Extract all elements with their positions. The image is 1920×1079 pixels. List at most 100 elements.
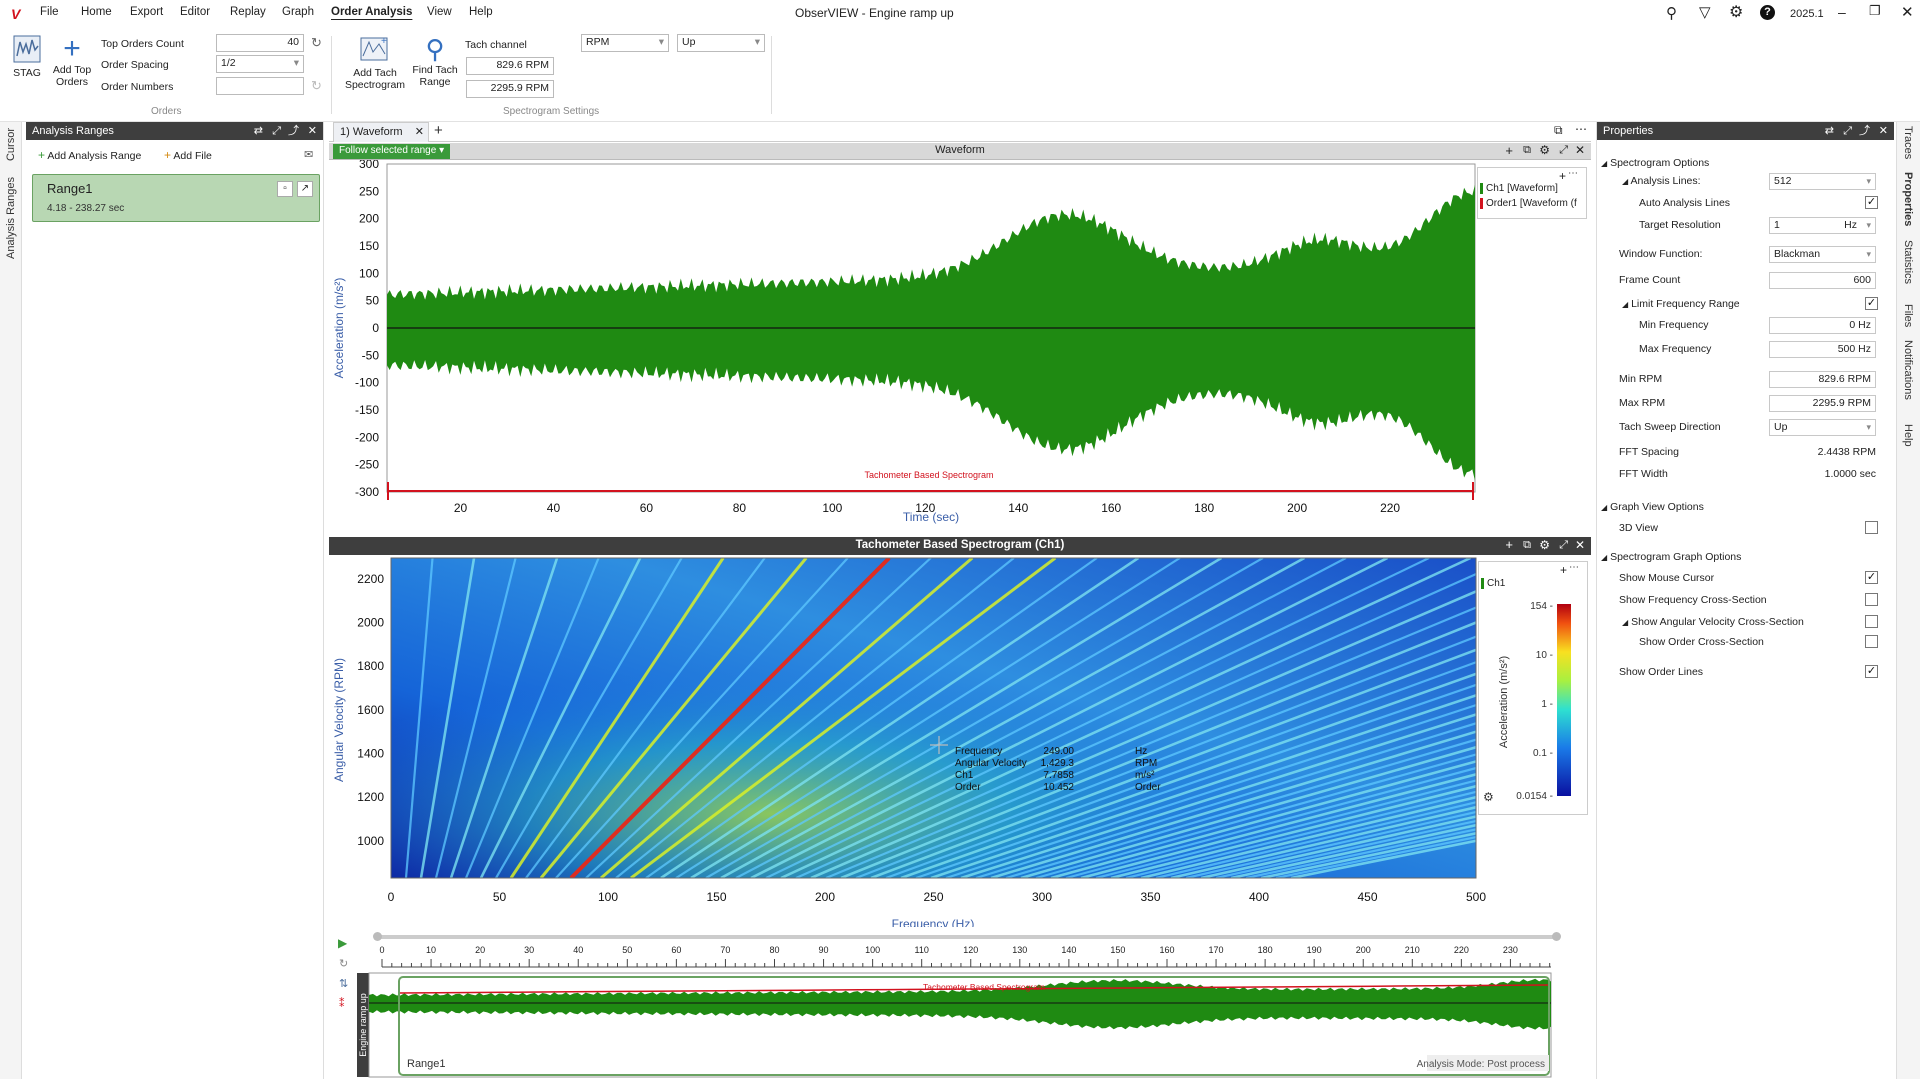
close-icon[interactable]: ✕ bbox=[1575, 143, 1585, 157]
menu-home[interactable]: Home bbox=[81, 6, 112, 18]
panel-close-icon[interactable]: ✕ bbox=[1879, 122, 1888, 140]
menu-order-analysis[interactable]: Order Analysis bbox=[331, 6, 412, 18]
max-rpm-prop-input[interactable]: 2295.9 RPM bbox=[1769, 395, 1876, 412]
gear-icon[interactable]: ⚙ bbox=[1729, 2, 1743, 22]
help-icon[interactable]: ? bbox=[1760, 5, 1775, 20]
copy-icon[interactable]: ⧉ bbox=[1523, 144, 1531, 157]
add-tach-spectrogram-button[interactable]: + Add Tach Spectrogram bbox=[340, 34, 410, 94]
tab-analysis-ranges[interactable]: Analysis Ranges bbox=[5, 177, 17, 259]
legend-order1[interactable]: Order1 [Waveform (f bbox=[1480, 198, 1584, 209]
spectrogram-legend[interactable]: + ⋯ Ch1 Acceleration (m/s²) 154 - 10 - 1… bbox=[1478, 561, 1588, 815]
gear-icon[interactable]: ⚙ bbox=[1539, 143, 1550, 157]
find-tach-range-button[interactable]: ⚲ Find Tach Range bbox=[410, 34, 460, 94]
limit-frequency-label[interactable]: ◢ Limit Frequency Range bbox=[1622, 298, 1740, 310]
colorbar-settings-icon[interactable]: ⚙ bbox=[1483, 790, 1494, 804]
show-order-lines-checkbox[interactable]: ✓ bbox=[1865, 665, 1878, 678]
unit-select[interactable]: RPM ▾ bbox=[581, 34, 669, 52]
more-icon[interactable]: ⋯ bbox=[1575, 122, 1587, 136]
float-icon[interactable]: ⤴ bbox=[288, 122, 299, 140]
menu-view[interactable]: View bbox=[427, 6, 452, 18]
tab-traces[interactable]: Traces bbox=[1902, 126, 1914, 159]
add-top-orders-button[interactable]: + Add Top Orders bbox=[50, 34, 94, 94]
legend-ch1[interactable]: Ch1 [Waveform] bbox=[1480, 183, 1558, 194]
auto-analysis-lines-checkbox[interactable]: ✓ bbox=[1865, 196, 1878, 209]
new-window-icon[interactable]: ⧉ bbox=[1554, 123, 1563, 138]
slider-end-handle[interactable] bbox=[1552, 932, 1561, 941]
frame-count-input[interactable]: 600 bbox=[1769, 272, 1876, 289]
tab-statistics[interactable]: Statistics bbox=[1902, 240, 1914, 284]
section-graph-view-options[interactable]: ◢ Graph View Options bbox=[1601, 501, 1704, 513]
legend-ch1[interactable]: Ch1 bbox=[1481, 578, 1505, 589]
tab-files[interactable]: Files bbox=[1902, 304, 1914, 327]
show-mouse-cursor-checkbox[interactable]: ✓ bbox=[1865, 571, 1878, 584]
min-rpm-prop-input[interactable]: 829.6 RPM bbox=[1769, 371, 1876, 388]
refresh-order-numbers-icon[interactable]: ↻ bbox=[311, 78, 322, 94]
copy-icon[interactable]: ⧉ bbox=[1523, 539, 1531, 552]
show-frequency-cs-checkbox[interactable] bbox=[1865, 593, 1878, 606]
minimize-icon[interactable]: – bbox=[1838, 4, 1846, 20]
refresh-icon[interactable]: ↻ bbox=[311, 35, 322, 51]
show-angular-cs-label[interactable]: ◢ Show Angular Velocity Cross-Section bbox=[1622, 616, 1804, 628]
menu-export[interactable]: Export bbox=[130, 6, 163, 18]
analysis-lines-label[interactable]: ◢ Analysis Lines: bbox=[1622, 175, 1701, 187]
slider-start-handle[interactable] bbox=[373, 932, 382, 941]
close-icon[interactable]: ✕ bbox=[1575, 538, 1585, 552]
section-spectrogram-graph-options[interactable]: ◢ Spectrogram Graph Options bbox=[1601, 551, 1741, 563]
section-spectrogram-options[interactable]: ◢ Spectrogram Options bbox=[1601, 157, 1709, 169]
tab-waveform[interactable]: 1) Waveform ✕ bbox=[333, 122, 429, 142]
menu-replay[interactable]: Replay bbox=[230, 6, 266, 18]
add-analysis-range-button[interactable]: + Add Analysis Range bbox=[38, 148, 141, 162]
tab-cursor[interactable]: Cursor bbox=[5, 128, 17, 161]
spectrogram-plot[interactable]: 2200 2000 1800 1600 1400 1200 1000 0 50 100 150 20… bbox=[329, 555, 1591, 927]
pin-icon[interactable]: ⇄ bbox=[254, 122, 263, 140]
more-icon[interactable]: ⋯ bbox=[1569, 562, 1579, 573]
panel-close-icon[interactable]: ✕ bbox=[308, 122, 317, 140]
tab-help[interactable]: Help bbox=[1902, 424, 1914, 447]
overview-timeline[interactable]: 0 10 20 30 40 50 60 70 80 90 100 110 120 130 140 150 160… bbox=[329, 943, 1591, 1079]
min-frequency-input[interactable]: 0 Hz bbox=[1769, 317, 1876, 334]
menu-file[interactable]: File bbox=[40, 6, 59, 18]
search-person-icon[interactable]: ⚲ bbox=[1666, 4, 1677, 22]
order-numbers-input[interactable] bbox=[216, 77, 304, 95]
dock-icon[interactable]: ⤢ bbox=[272, 122, 281, 140]
float-icon[interactable]: ⤴ bbox=[1859, 122, 1870, 140]
window-function-select[interactable]: Blackman bbox=[1769, 246, 1876, 263]
tab-properties[interactable]: Properties bbox=[1902, 172, 1914, 226]
show-order-cs-checkbox[interactable] bbox=[1865, 635, 1878, 648]
mail-icon[interactable]: ✉ bbox=[304, 148, 313, 161]
maximize-icon[interactable]: ⤢ bbox=[1559, 144, 1568, 157]
waveform-plot[interactable]: 300 250 200 150 100 50 0 -50 -100 -150 -200 -250 -30… bbox=[329, 160, 1591, 536]
max-frequency-input[interactable]: 500 Hz bbox=[1769, 341, 1876, 358]
dock-icon[interactable]: ⤢ bbox=[1843, 122, 1852, 140]
menu-editor[interactable]: Editor bbox=[180, 6, 210, 18]
add-icon[interactable]: + bbox=[1505, 143, 1513, 158]
target-resolution-select[interactable]: 1 Hz bbox=[1769, 217, 1876, 234]
range-export-icon[interactable]: ↗ bbox=[297, 181, 313, 197]
menu-help[interactable]: Help bbox=[469, 6, 493, 18]
top-orders-count-input[interactable]: 40 bbox=[216, 34, 304, 52]
view-3d-checkbox[interactable] bbox=[1865, 521, 1878, 534]
max-rpm-input[interactable]: 2295.9 RPM bbox=[466, 80, 554, 98]
waveform-legend[interactable]: + ⋯ Ch1 [Waveform] Order1 [Waveform (f bbox=[1477, 167, 1587, 219]
range-options-icon[interactable]: ▫ bbox=[277, 181, 293, 197]
show-angular-cs-checkbox[interactable] bbox=[1865, 615, 1878, 628]
direction-select[interactable]: Up ▾ bbox=[677, 34, 765, 52]
stag-button[interactable]: STAG bbox=[10, 34, 44, 84]
filter-icon[interactable]: ▽ bbox=[1699, 3, 1711, 21]
restore-icon[interactable]: ❐ bbox=[1869, 3, 1881, 19]
close-icon[interactable]: ✕ bbox=[1901, 3, 1914, 21]
overview-slider[interactable] bbox=[373, 932, 1561, 941]
add-icon[interactable]: + bbox=[1505, 537, 1513, 552]
add-icon[interactable]: + bbox=[1559, 169, 1566, 183]
tach-sweep-direction-select[interactable]: Up bbox=[1769, 419, 1876, 436]
menu-graph[interactable]: Graph bbox=[282, 6, 314, 18]
more-icon[interactable]: ⋯ bbox=[1568, 168, 1578, 179]
tab-close-icon[interactable]: ✕ bbox=[415, 125, 424, 138]
min-rpm-input[interactable]: 829.6 RPM bbox=[466, 57, 554, 75]
analysis-lines-select[interactable]: 512 bbox=[1769, 173, 1876, 190]
limit-frequency-checkbox[interactable]: ✓ bbox=[1865, 297, 1878, 310]
order-spacing-select[interactable]: 1/2 ▾ bbox=[216, 55, 304, 73]
range-item[interactable]: Range1 4.18 - 238.27 sec ▫ ↗ bbox=[32, 174, 320, 222]
maximize-icon[interactable]: ⤢ bbox=[1559, 539, 1568, 552]
tab-notifications[interactable]: Notifications bbox=[1902, 340, 1914, 400]
